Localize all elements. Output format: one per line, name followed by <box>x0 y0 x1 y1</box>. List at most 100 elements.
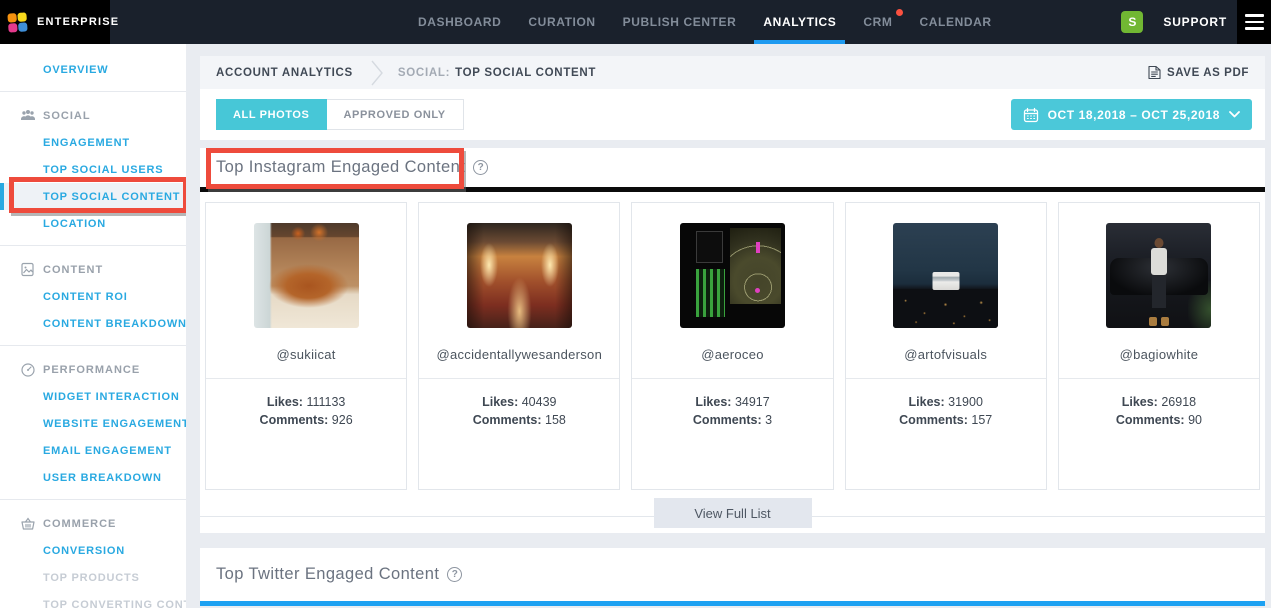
comments-label: Comments: <box>899 413 968 427</box>
sidebar-item-top-social-content[interactable]: TOP SOCIAL CONTENT <box>0 183 186 210</box>
sidebar-section-commerce: COMMERCE <box>0 510 186 537</box>
sidebar-section-performance: PERFORMANCE <box>0 356 186 383</box>
sidebar-item-email-engagement[interactable]: EMAIL ENGAGEMENT <box>0 437 186 464</box>
twitter-section: Top Twitter Engaged Content ? <box>200 548 1265 606</box>
sidebar-item-label: TOP PRODUCTS <box>43 572 140 584</box>
sidebar-item-conversion[interactable]: CONVERSION <box>0 537 186 564</box>
sidebar-section-label: SOCIAL <box>43 110 91 122</box>
nav-item-crm-label: CRM <box>863 15 892 29</box>
sidebar-item-label: EMAIL ENGAGEMENT <box>43 445 172 457</box>
twitter-accent-bar <box>200 601 1265 606</box>
instagram-photo[interactable] <box>680 223 785 328</box>
sidebar-item-overview[interactable]: OVERVIEW <box>0 56 186 83</box>
instagram-section-header: Top Instagram Engaged Content ? <box>200 148 1265 187</box>
sidebar-section-social: SOCIAL <box>0 102 186 129</box>
card-stats: Likes: 26918 Comments: 90 <box>1059 379 1259 429</box>
sidebar-item-label: CONTENT ROI <box>43 291 128 303</box>
likes-value: 40439 <box>522 395 557 409</box>
brand-logo-icon <box>7 12 27 32</box>
content-card: @accidentallywesanderson Likes: 40439 Co… <box>418 202 620 490</box>
comments-label: Comments: <box>473 413 542 427</box>
sidebar-item-content-breakdown[interactable]: CONTENT BREAKDOWN <box>0 310 186 337</box>
support-link[interactable]: SUPPORT <box>1163 15 1227 29</box>
brand-name: ENTERPRISE <box>37 16 119 28</box>
nav-item-curation[interactable]: CURATION <box>528 0 595 44</box>
date-range-picker[interactable]: OCT 18,2018 – OCT 25,2018 <box>1011 99 1252 130</box>
comments-label: Comments: <box>693 413 762 427</box>
sidebar-item-label: LOCATION <box>43 218 106 230</box>
nav-item-crm[interactable]: CRM <box>863 0 892 44</box>
sidebar-item-location[interactable]: LOCATION <box>0 210 186 237</box>
nav-item-dashboard[interactable]: DASHBOARD <box>418 0 501 44</box>
sidebar-item-top-social-users[interactable]: TOP SOCIAL USERS <box>0 156 186 183</box>
chevron-right-icon <box>371 60 384 86</box>
sidebar-section-label: PERFORMANCE <box>43 364 140 376</box>
card-stats: Likes: 40439 Comments: 158 <box>419 379 619 429</box>
nav-item-calendar[interactable]: CALENDAR <box>920 0 992 44</box>
save-as-pdf-button[interactable]: SAVE AS PDF <box>1148 65 1249 80</box>
sidebar-item-engagement[interactable]: ENGAGEMENT <box>0 129 186 156</box>
sidebar-item-top-converting-content: TOP CONVERTING CONTENT <box>0 591 186 608</box>
image-doc-icon <box>20 262 36 278</box>
filter-tabs-row: ALL PHOTOS APPROVED ONLY OCT 18,2018 – O… <box>200 89 1265 140</box>
sidebar-item-label: ENGAGEMENT <box>43 137 130 149</box>
sidebar: OVERVIEW SOCIAL ENGAGEMENT TOP SOCIAL US… <box>0 44 186 608</box>
user-avatar[interactable]: S <box>1121 11 1143 33</box>
content-card: @bagiowhite Likes: 26918 Comments: 90 <box>1058 202 1260 490</box>
card-stats: Likes: 31900 Comments: 157 <box>846 379 1046 429</box>
help-icon[interactable]: ? <box>473 160 488 175</box>
toolbar-panel: ACCOUNT ANALYTICS SOCIAL: TOP SOCIAL CON… <box>200 56 1265 140</box>
sidebar-item-label: OVERVIEW <box>43 64 109 76</box>
save-as-pdf-label: SAVE AS PDF <box>1167 67 1249 79</box>
tab-approved-only[interactable]: APPROVED ONLY <box>327 99 464 130</box>
instagram-cards: @sukiicat Likes: 111133 Comments: 926 @a… <box>200 192 1265 490</box>
sidebar-item-label: CONVERSION <box>43 545 125 557</box>
pdf-document-icon <box>1148 65 1161 80</box>
sidebar-section-label: CONTENT <box>43 264 103 276</box>
tab-all-photos[interactable]: ALL PHOTOS <box>216 99 327 130</box>
top-navigation-bar: ENTERPRISE DASHBOARD CURATION PUBLISH CE… <box>0 0 1271 44</box>
sidebar-item-content-roi[interactable]: CONTENT ROI <box>0 283 186 310</box>
nav-item-analytics[interactable]: ANALYTICS <box>763 0 836 44</box>
instagram-handle: @artofvisuals <box>846 347 1046 362</box>
instagram-photo[interactable] <box>254 223 359 328</box>
comments-value: 926 <box>332 413 353 427</box>
view-full-list-button[interactable]: View Full List <box>654 498 812 528</box>
nav-item-publish-center[interactable]: PUBLISH CENTER <box>623 0 737 44</box>
likes-value: 31900 <box>948 395 983 409</box>
comments-value: 157 <box>971 413 992 427</box>
notification-dot <box>896 9 903 16</box>
brand-block[interactable]: ENTERPRISE <box>0 0 110 44</box>
instagram-section-title: Top Instagram Engaged Content <box>216 158 465 177</box>
sidebar-item-website-engagement[interactable]: WEBSITE ENGAGEMENT <box>0 410 186 437</box>
instagram-section: Top Instagram Engaged Content ? @sukiica… <box>200 148 1265 533</box>
breadcrumb-root[interactable]: ACCOUNT ANALYTICS <box>216 67 353 79</box>
breadcrumb-section-prefix: SOCIAL: <box>398 67 450 79</box>
hamburger-menu-icon[interactable] <box>1237 0 1271 44</box>
instagram-handle: @accidentallywesanderson <box>419 347 619 362</box>
divider <box>0 91 186 92</box>
divider <box>0 499 186 500</box>
sidebar-item-label: WIDGET INTERACTION <box>43 391 180 403</box>
instagram-photo[interactable] <box>1106 223 1211 328</box>
sidebar-item-top-products: TOP PRODUCTS <box>0 564 186 591</box>
content-card: @aeroceo Likes: 34917 Comments: 3 <box>631 202 833 490</box>
sidebar-item-widget-interaction[interactable]: WIDGET INTERACTION <box>0 383 186 410</box>
likes-label: Likes: <box>909 395 945 409</box>
likes-value: 111133 <box>306 395 345 409</box>
sidebar-item-user-breakdown[interactable]: USER BREAKDOWN <box>0 464 186 491</box>
instagram-handle: @sukiicat <box>206 347 406 362</box>
help-icon[interactable]: ? <box>447 567 462 582</box>
instagram-photo[interactable] <box>893 223 998 328</box>
likes-label: Likes: <box>695 395 731 409</box>
sidebar-item-label: TOP SOCIAL USERS <box>43 164 163 176</box>
people-icon <box>20 108 36 124</box>
main-content: ACCOUNT ANALYTICS SOCIAL: TOP SOCIAL CON… <box>200 0 1265 608</box>
likes-value: 26918 <box>1161 395 1196 409</box>
primary-nav: DASHBOARD CURATION PUBLISH CENTER ANALYT… <box>418 0 992 44</box>
sidebar-item-label: TOP CONVERTING CONTENT <box>43 599 186 608</box>
instagram-photo[interactable] <box>467 223 572 328</box>
basket-icon <box>20 516 36 532</box>
instagram-handle: @aeroceo <box>632 347 832 362</box>
sidebar-section-content: CONTENT <box>0 256 186 283</box>
